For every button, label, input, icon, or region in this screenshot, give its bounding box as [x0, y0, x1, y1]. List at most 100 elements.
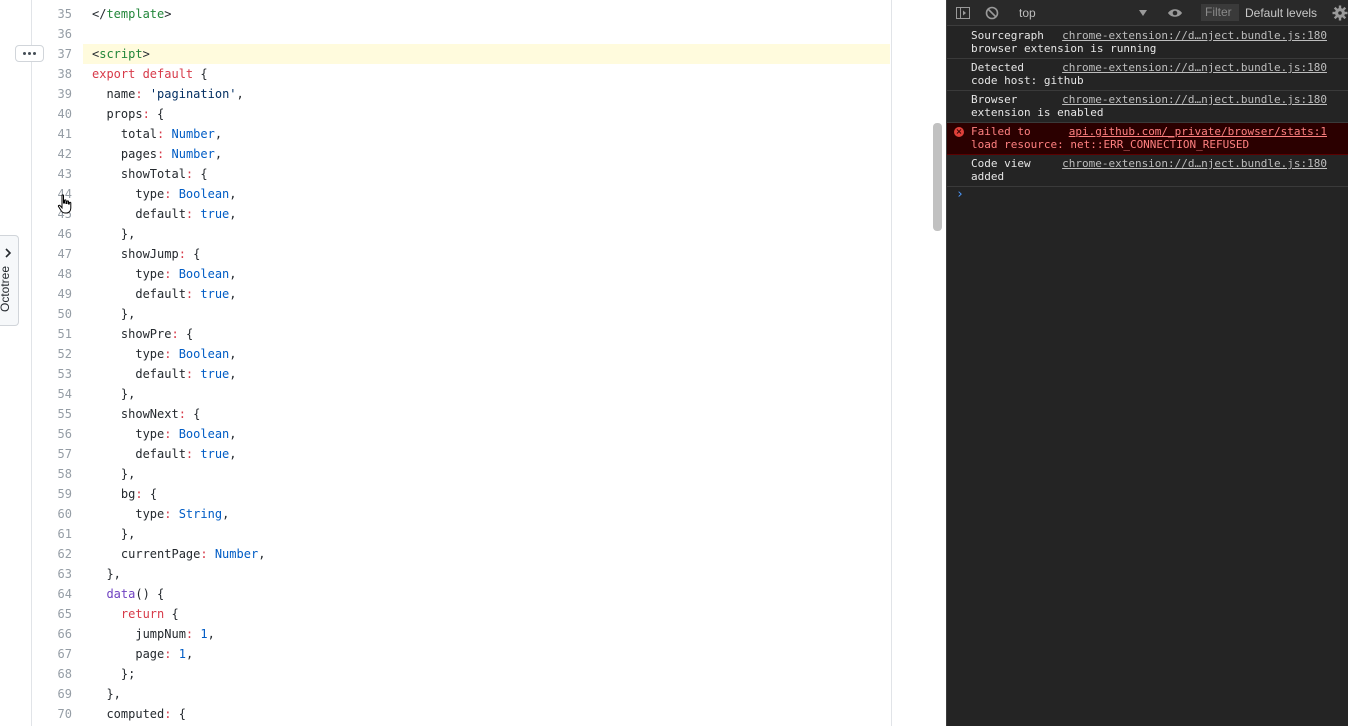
code-token: total	[92, 127, 158, 141]
line-number[interactable]: 49	[32, 284, 72, 304]
code-token: Boolean	[171, 187, 230, 201]
devtools-console: top Filter Default levels Sourcegraph br…	[946, 0, 1348, 726]
line-number[interactable]: 52	[32, 344, 72, 364]
code-text: <script>	[92, 44, 150, 64]
code-token: true	[193, 287, 230, 301]
line-number[interactable]: 51	[32, 324, 72, 344]
code-text: export default {	[92, 64, 208, 84]
code-token: type	[92, 187, 165, 201]
line-number[interactable]: 58	[32, 464, 72, 484]
line-number[interactable]: 41	[32, 124, 72, 144]
code-token: Number	[164, 147, 215, 161]
message-source-link[interactable]: chrome-extension://d…nject.bundle.js:180	[1062, 93, 1327, 106]
code-token: default	[92, 287, 186, 301]
context-dropdown-icon[interactable]	[1139, 0, 1147, 25]
console-prompt[interactable]: ›	[956, 187, 964, 202]
code-token: props	[92, 107, 143, 121]
code-token: ,	[185, 647, 194, 661]
code-token: ,	[214, 147, 223, 161]
context-selector[interactable]: top	[1019, 0, 1036, 25]
code-line: 62 currentPage: Number,	[0, 544, 946, 564]
code-line: 58 },	[0, 464, 946, 484]
code-line: 42 pages: Number,	[0, 144, 946, 164]
line-number[interactable]: 66	[32, 624, 72, 644]
code-token: type	[92, 427, 165, 441]
code-token: {	[149, 107, 165, 121]
line-number[interactable]: 53	[32, 364, 72, 384]
settings-icon[interactable]	[1330, 0, 1348, 25]
sidebar-toggle-icon[interactable]	[956, 0, 970, 25]
line-number[interactable]: 36	[32, 24, 72, 44]
code-line: 65 return {	[0, 604, 946, 624]
code-line: 50 },	[0, 304, 946, 324]
console-log-message: Code view added chrome-extension://d…njec…	[947, 155, 1348, 187]
line-number[interactable]: 38	[32, 64, 72, 84]
line-number[interactable]: 56	[32, 424, 72, 444]
code-scrollbar-thumb[interactable]	[933, 123, 942, 231]
line-number[interactable]: 55	[32, 404, 72, 424]
clear-console-icon[interactable]	[985, 0, 999, 25]
line-number[interactable]: 35	[32, 4, 72, 24]
message-text: Code view added	[971, 157, 1031, 183]
line-number[interactable]: 65	[32, 604, 72, 624]
line-number[interactable]: 60	[32, 504, 72, 524]
code-line: 70 computed: {	[0, 704, 946, 724]
line-number[interactable]: 50	[32, 304, 72, 324]
code-token: true	[193, 207, 230, 221]
line-number[interactable]: 70	[32, 704, 72, 724]
line-number[interactable]: 42	[32, 144, 72, 164]
code-line: 41 total: Number,	[0, 124, 946, 144]
eye-icon[interactable]	[1167, 0, 1183, 25]
line-number[interactable]: 40	[32, 104, 72, 124]
octotree-toggle[interactable]: Octotree	[0, 235, 19, 326]
message-source-link[interactable]: api.github.com/_private/browser/stats:1	[1069, 125, 1327, 138]
message-source-link[interactable]: chrome-extension://d…nject.bundle.js:180	[1062, 29, 1327, 42]
line-number[interactable]: 62	[32, 544, 72, 564]
code-line: 51 showPre: {	[0, 324, 946, 344]
line-number[interactable]: 63	[32, 564, 72, 584]
code-text: props: {	[92, 104, 164, 124]
line-number[interactable]: 69	[32, 684, 72, 704]
code-text: type: Boolean,	[92, 264, 237, 284]
code-line: 67 page: 1,	[0, 644, 946, 664]
filter-input[interactable]: Filter	[1201, 4, 1239, 21]
code-text: },	[92, 224, 135, 244]
line-number[interactable]: 54	[32, 384, 72, 404]
code-text: showTotal: {	[92, 164, 208, 184]
code-token: type	[92, 347, 165, 361]
message-source-link[interactable]: chrome-extension://d…nject.bundle.js:180	[1062, 61, 1327, 74]
line-number[interactable]: 48	[32, 264, 72, 284]
console-error-message: × Failed to load resource: net::ERR_CONNE…	[947, 123, 1348, 155]
line-number[interactable]: 47	[32, 244, 72, 264]
code-text: type: Boolean,	[92, 424, 236, 444]
code-text: default: true,	[92, 204, 236, 224]
line-number[interactable]: 61	[32, 524, 72, 544]
message-source-link[interactable]: chrome-extension://d…nject.bundle.js:180	[1062, 157, 1327, 170]
dot-icon	[28, 52, 31, 55]
code-token: Boolean	[171, 427, 230, 441]
line-number[interactable]: 39	[32, 84, 72, 104]
code-token: ,	[229, 367, 237, 381]
log-levels-dropdown[interactable]: Default levels	[1245, 0, 1317, 25]
line-number[interactable]: 43	[32, 164, 72, 184]
code-line: 68 };	[0, 664, 946, 684]
code-token: 1	[171, 647, 186, 661]
code-text: total: Number,	[92, 124, 222, 144]
octotree-label: Octotree	[0, 265, 13, 313]
code-line: 63 },	[0, 564, 946, 584]
code-text: type: Boolean,	[92, 184, 236, 204]
code-token: ,	[229, 267, 237, 281]
code-token: 'pagination'	[142, 87, 237, 101]
line-number[interactable]: 57	[32, 444, 72, 464]
line-number[interactable]: 46	[32, 224, 72, 244]
line-number[interactable]: 59	[32, 484, 72, 504]
line-actions-button[interactable]	[15, 45, 44, 62]
line-number[interactable]: 67	[32, 644, 72, 664]
code-line: 57 default: true,	[0, 444, 946, 464]
line-number[interactable]: 64	[32, 584, 72, 604]
code-line: 56 type: Boolean,	[0, 424, 946, 444]
line-highlight	[83, 44, 890, 64]
code-token: ,	[222, 507, 230, 521]
line-number[interactable]: 68	[32, 664, 72, 684]
